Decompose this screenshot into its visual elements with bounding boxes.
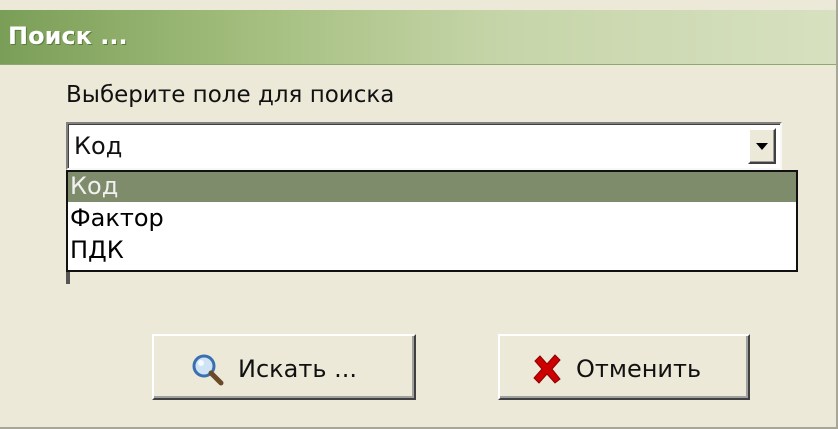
dropdown-option-kod[interactable]: Код	[68, 172, 796, 202]
dropdown-option-faktor[interactable]: Фактор	[68, 204, 796, 234]
search-button-label: Искать ...	[238, 355, 357, 383]
red-x-icon	[533, 354, 561, 384]
window-title: Поиск ...	[8, 22, 128, 50]
search-dialog: Поиск ... Выберите поле для поиска Код К…	[0, 0, 838, 429]
dropdown-button[interactable]	[748, 128, 776, 164]
dropdown-edge	[66, 272, 70, 284]
combobox-value: Код	[74, 132, 123, 160]
search-field-combobox[interactable]: Код	[66, 122, 782, 170]
dropdown-option-pdk[interactable]: ПДК	[68, 236, 796, 266]
search-field-label: Выберите поле для поиска	[66, 82, 395, 108]
search-button[interactable]: Искать ...	[152, 334, 416, 400]
title-bar[interactable]: Поиск ...	[0, 10, 836, 65]
chevron-down-icon	[756, 143, 768, 150]
dropdown-list[interactable]: Код Фактор ПДК	[66, 170, 798, 272]
cancel-button[interactable]: Отменить	[498, 334, 750, 400]
magnifier-icon	[192, 354, 224, 386]
cancel-button-label: Отменить	[576, 355, 702, 383]
